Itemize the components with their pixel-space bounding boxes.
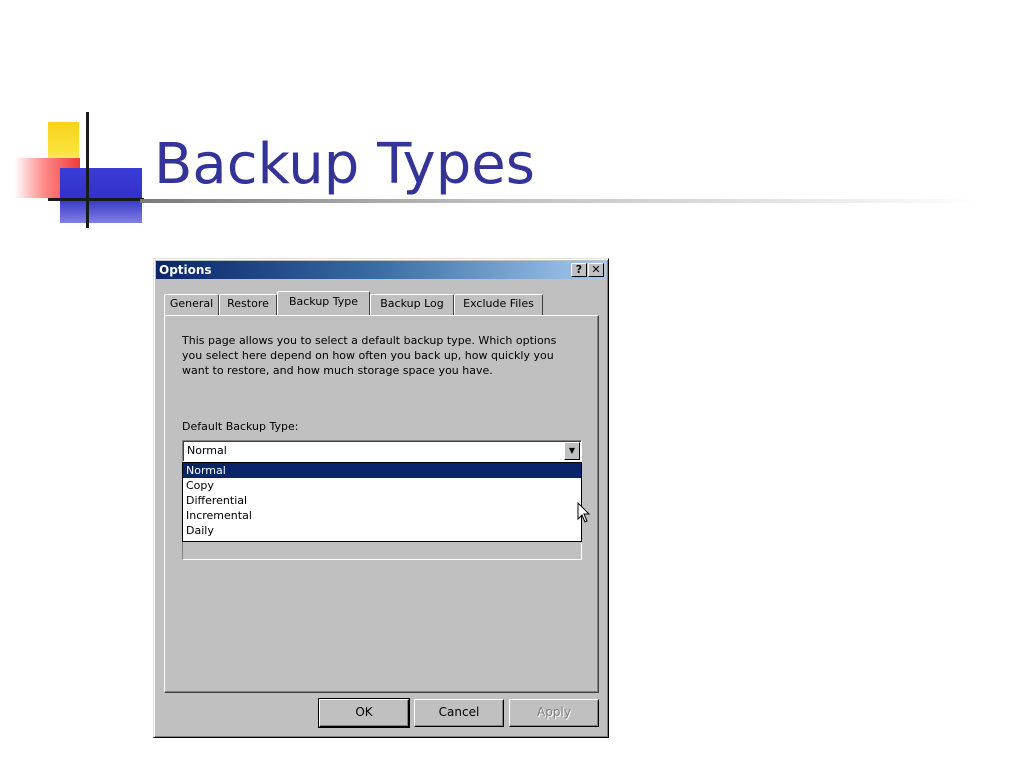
tab-backup-type[interactable]: Backup Type [277, 291, 370, 315]
dropdown-option-copy[interactable]: Copy [183, 478, 581, 493]
dropdown-option-differential[interactable]: Differential [183, 493, 581, 508]
tab-general[interactable]: General [164, 294, 219, 315]
slide-title: Backup Types [154, 132, 535, 197]
dropdown-option-daily[interactable]: Daily [183, 523, 581, 538]
tab-exclude-files[interactable]: Exclude Files [454, 294, 543, 315]
combobox-dropdown-button[interactable]: ▼ [564, 442, 580, 460]
ok-button[interactable]: OK [318, 698, 410, 728]
combobox-value: Normal [187, 444, 227, 457]
dropdown-option-normal[interactable]: Normal [183, 463, 581, 478]
panel-description: This page allows you to select a default… [182, 333, 577, 378]
description-line: you select here depend on how often you … [182, 349, 554, 362]
apply-button[interactable]: Apply [509, 699, 599, 727]
tab-backup-log[interactable]: Backup Log [370, 294, 454, 315]
cancel-button[interactable]: Cancel [414, 699, 504, 727]
default-backup-type-combobox[interactable]: Normal ▼ [182, 440, 582, 462]
dialog-titlebar[interactable]: Options ? ✕ [156, 261, 606, 279]
backup-type-panel: This page allows you to select a default… [164, 315, 599, 693]
close-button[interactable]: ✕ [588, 263, 604, 277]
description-line: This page allows you to select a default… [182, 334, 557, 347]
options-group-box [182, 542, 582, 560]
decor-vertical-line [86, 112, 89, 228]
backup-type-dropdown-list: Normal Copy Differential Incremental Dai… [182, 462, 582, 542]
options-dialog: Options ? ✕ General Restore Backup Type … [153, 258, 609, 738]
dialog-title: Options [159, 263, 212, 277]
dropdown-option-incremental[interactable]: Incremental [183, 508, 581, 523]
chevron-down-icon: ▼ [568, 446, 576, 455]
description-line: want to restore, and how much storage sp… [182, 364, 493, 377]
help-button[interactable]: ? [571, 263, 587, 277]
decor-blue-square [60, 168, 142, 223]
default-backup-type-label: Default Backup Type: [182, 420, 299, 433]
tab-restore[interactable]: Restore [219, 294, 277, 315]
decor-horizontal-line [48, 198, 144, 201]
mouse-pointer-icon [577, 502, 591, 523]
